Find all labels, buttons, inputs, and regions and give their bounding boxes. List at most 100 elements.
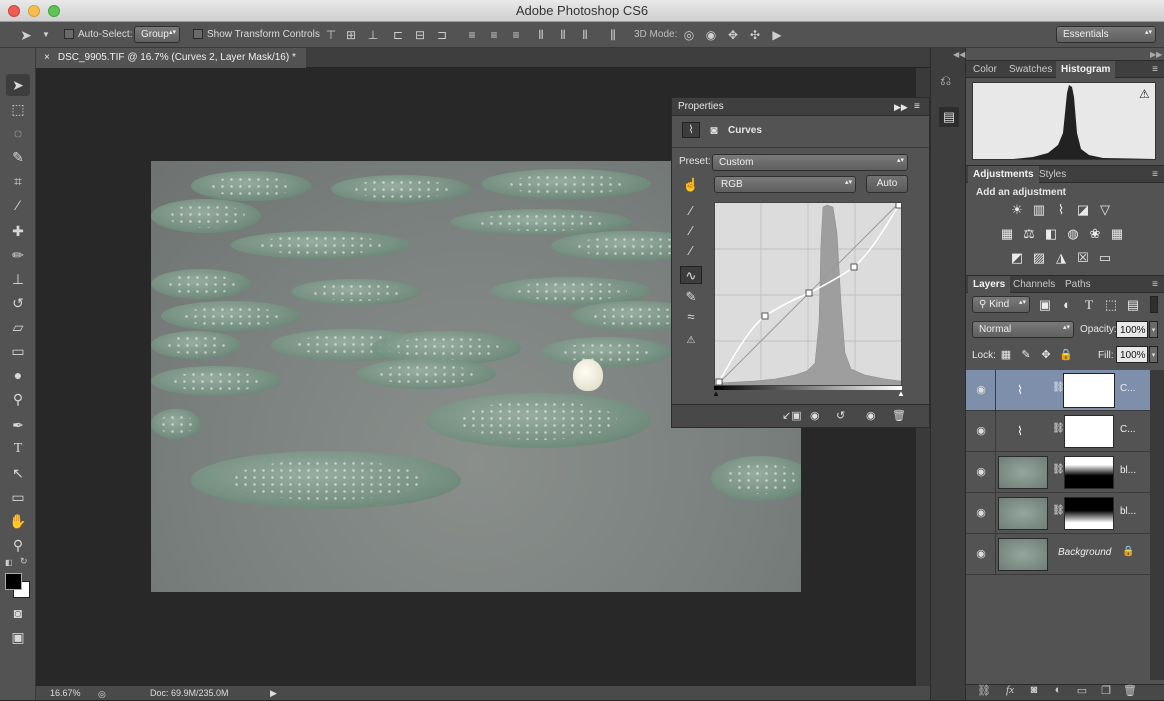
reset-adjustment-icon[interactable]: ↺ — [836, 409, 845, 422]
lock-all-icon[interactable]: 🔒 — [1057, 346, 1075, 364]
distribute-horizontal-center-icon[interactable]: ⫴ — [555, 27, 571, 43]
align-bottom-icon[interactable]: ⊥ — [365, 27, 381, 43]
distribute-bottom-icon[interactable]: ≡ — [508, 27, 524, 43]
black-white-icon[interactable]: ◧ — [1042, 225, 1060, 243]
fill-field[interactable]: 100% — [1116, 346, 1148, 363]
auto-align-layers-icon[interactable]: ⫼ — [605, 27, 621, 43]
auto-button[interactable]: Auto — [866, 175, 908, 193]
histogram-panel-menu-icon[interactable]: ≡ — [1152, 64, 1158, 75]
color-lookup-icon[interactable]: ▦ — [1108, 225, 1126, 243]
tab-swatches[interactable]: Swatches — [1004, 61, 1057, 79]
layer-row[interactable]: ◉ Background 🔒 — [966, 534, 1150, 575]
lasso-tool-icon[interactable]: ◌ — [6, 122, 30, 144]
align-right-icon[interactable]: ⊐ — [434, 27, 450, 43]
eye-icon[interactable]: ◉ — [974, 424, 988, 438]
adjustments-panel-menu-icon[interactable]: ≡ — [1152, 169, 1158, 180]
properties-panel-icon[interactable]: ▤ — [939, 107, 959, 127]
new-layer-icon[interactable]: ❐ — [1098, 684, 1114, 698]
marquee-tool-icon[interactable]: ⬚ — [6, 98, 30, 120]
layer-filter-kind[interactable]: ⚲ Kind — [972, 296, 1030, 313]
selective-color-icon[interactable]: ☒ — [1074, 249, 1092, 267]
type-tool-icon[interactable]: T — [6, 438, 30, 460]
brush-tool-icon[interactable]: ✏ — [6, 244, 30, 266]
posterize-icon[interactable]: ▨ — [1030, 249, 1048, 267]
eye-icon[interactable]: ◉ — [974, 383, 988, 397]
tab-channels[interactable]: Channels — [1008, 276, 1060, 294]
swap-colors-icon[interactable]: ↻ — [20, 556, 28, 567]
histogram-warning-icon[interactable]: ⚠ — [1139, 87, 1150, 101]
layer-row[interactable]: ◉ ⛓ bl... — [966, 452, 1150, 493]
eye-icon[interactable]: ◉ — [974, 506, 988, 520]
lock-position-icon[interactable]: ✥ — [1037, 346, 1055, 364]
layer-mask-thumbnail[interactable] — [1064, 497, 1114, 530]
layer-mask-thumbnail[interactable] — [1063, 373, 1115, 408]
threshold-icon[interactable]: ◮ — [1052, 249, 1070, 267]
filter-smart-object-icon[interactable]: ▤ — [1124, 296, 1142, 314]
vibrance-icon[interactable]: ▽ — [1096, 201, 1114, 219]
color-balance-icon[interactable]: ⚖ — [1020, 225, 1038, 243]
filter-adjustment-icon[interactable]: ◐ — [1058, 296, 1076, 314]
preset-dropdown[interactable]: Custom — [712, 154, 908, 171]
minimize-window-button[interactable] — [28, 5, 40, 17]
3d-rotate-icon[interactable]: ◎ — [681, 27, 697, 43]
view-previous-state-icon[interactable]: ◉ — [810, 409, 820, 422]
link-layers-icon[interactable]: ⛓ — [976, 684, 992, 698]
layer-mask-thumbnail[interactable] — [1064, 415, 1114, 448]
layer-row[interactable]: ◉ ⛓ bl... — [966, 493, 1150, 534]
gray-point-eyedropper-icon[interactable]: ⁄ — [680, 222, 702, 240]
curve-point-midtones[interactable] — [805, 289, 813, 297]
black-point-slider-icon[interactable]: ▲ — [712, 389, 720, 398]
layer-mask-icon[interactable]: ◙ — [706, 122, 722, 138]
layer-name[interactable]: C... — [1120, 424, 1136, 435]
zoom-tool-icon[interactable]: ⚲ — [6, 534, 30, 556]
add-mask-icon[interactable]: ◙ — [1026, 684, 1042, 698]
eye-icon[interactable]: ◉ — [974, 547, 988, 561]
tab-color[interactable]: Color — [968, 61, 1002, 79]
close-window-button[interactable] — [8, 5, 20, 17]
tab-styles[interactable]: Styles — [1034, 166, 1071, 184]
status-info-icon[interactable]: ◎ — [98, 687, 106, 701]
brightness-contrast-icon[interactable]: ☀ — [1008, 201, 1026, 219]
gradient-map-icon[interactable]: ▭ — [1096, 249, 1114, 267]
layer-name[interactable]: Background — [1058, 547, 1111, 558]
collapse-right-dock-icon[interactable]: ▶▶ — [1150, 50, 1162, 59]
layer-thumbnail[interactable] — [998, 497, 1048, 530]
zoom-level[interactable]: 16.67% — [50, 686, 81, 700]
white-point-slider-icon[interactable]: ▲ — [897, 389, 905, 398]
delete-layer-icon[interactable]: 🗑 — [1122, 684, 1138, 698]
layer-name[interactable]: C... — [1120, 383, 1136, 394]
align-vertical-center-icon[interactable]: ⊞ — [343, 27, 359, 43]
eraser-tool-icon[interactable]: ▱ — [6, 316, 30, 338]
hand-tool-icon[interactable]: ✋ — [6, 510, 30, 532]
tab-layers[interactable]: Layers — [968, 276, 1011, 294]
layer-row[interactable]: ◉ ⌇ ⛓ C... — [966, 370, 1150, 411]
quick-selection-tool-icon[interactable]: ✎ — [6, 146, 30, 168]
align-left-icon[interactable]: ⊏ — [390, 27, 406, 43]
curve-point-highlights[interactable] — [850, 263, 858, 271]
on-image-adjustment-icon[interactable]: ☝ — [680, 176, 702, 194]
filter-shape-icon[interactable]: ⬚ — [1102, 296, 1120, 314]
distribute-left-icon[interactable]: ⫴ — [533, 27, 549, 43]
distribute-top-icon[interactable]: ≡ — [464, 27, 480, 43]
curve-point-shadows[interactable] — [761, 312, 769, 320]
filter-type-icon[interactable]: T — [1080, 296, 1098, 314]
layer-mask-thumbnail[interactable] — [1064, 456, 1114, 489]
white-point-eyedropper-icon[interactable]: ⁄ — [680, 242, 702, 260]
3d-pan-icon[interactable]: ✥ — [725, 27, 741, 43]
chevron-down-icon[interactable]: ▼ — [38, 27, 54, 43]
collapse-panel-icon[interactable]: ▶▶ — [894, 98, 908, 116]
move-tool-preset-icon[interactable]: ➤ — [18, 27, 34, 43]
eye-icon[interactable]: ◉ — [974, 465, 988, 479]
black-point-eyedropper-icon[interactable]: ⁄ — [680, 202, 702, 220]
pen-tool-icon[interactable]: ✒ — [6, 414, 30, 436]
tab-paths[interactable]: Paths — [1060, 276, 1096, 294]
draw-curve-pencil-icon[interactable]: ✎ — [680, 288, 702, 306]
distribute-vertical-center-icon[interactable]: ≡ — [486, 27, 502, 43]
history-brush-tool-icon[interactable]: ↺ — [6, 292, 30, 314]
auto-select-dropdown[interactable]: Group — [134, 26, 180, 43]
path-selection-tool-icon[interactable]: ↖ — [6, 462, 30, 484]
gradient-tool-icon[interactable]: ▭ — [6, 340, 30, 362]
tab-adjustments[interactable]: Adjustments — [968, 166, 1039, 184]
auto-select-checkbox[interactable]: Auto-Select: — [64, 22, 132, 48]
photo-filter-icon[interactable]: ◍ — [1064, 225, 1082, 243]
